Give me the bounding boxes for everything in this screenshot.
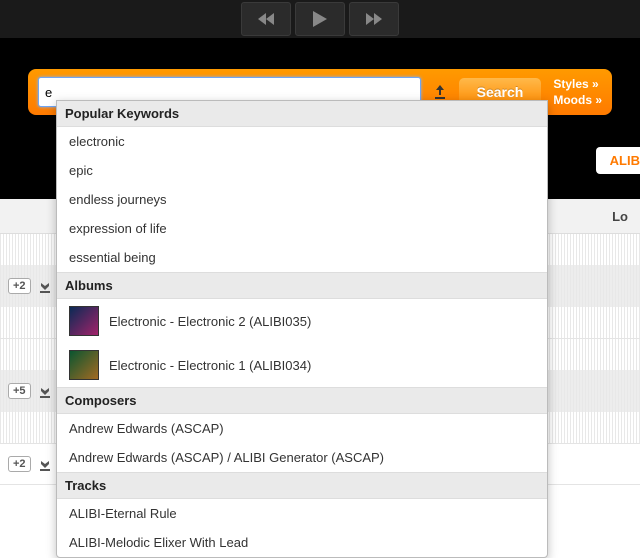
- dd-item-label: ALIBI-Eternal Rule: [69, 506, 177, 521]
- dd-item-label: essential being: [69, 250, 156, 265]
- dd-track-item[interactable]: ALIBI-Melodic Elixer With Lead: [57, 528, 547, 557]
- dd-composer-item[interactable]: Andrew Edwards (ASCAP) / ALIBI Generator…: [57, 443, 547, 472]
- styles-link[interactable]: Styles »: [553, 77, 602, 91]
- dd-item-label: ALIBI-Melodic Elixer With Lead: [69, 535, 248, 550]
- dd-item-label: electronic: [69, 134, 125, 149]
- dd-section-header: Albums: [57, 272, 547, 299]
- dd-keyword-item[interactable]: epic: [57, 156, 547, 185]
- moods-link[interactable]: Moods »: [553, 93, 602, 107]
- dd-section-header: Tracks: [57, 472, 547, 499]
- download-icon[interactable]: [37, 456, 53, 472]
- dd-keyword-item[interactable]: electronic: [57, 127, 547, 156]
- dd-track-item[interactable]: ALIBI-Eternal Rule: [57, 499, 547, 528]
- dd-item-label: Andrew Edwards (ASCAP): [69, 421, 224, 436]
- download-icon[interactable]: [37, 383, 53, 399]
- album-thumb-icon: [69, 350, 99, 380]
- dd-item-label: Electronic - Electronic 1 (ALIBI034): [109, 358, 311, 373]
- dd-album-item[interactable]: Electronic - Electronic 1 (ALIBI034): [57, 343, 547, 387]
- dd-keyword-item[interactable]: endless journeys: [57, 185, 547, 214]
- header-strip: [0, 39, 640, 61]
- variant-badge[interactable]: +2: [8, 278, 31, 294]
- dd-section-header: Popular Keywords: [57, 101, 547, 127]
- dd-item-label: endless journeys: [69, 192, 167, 207]
- dd-section-header: Composers: [57, 387, 547, 414]
- variant-badge[interactable]: +5: [8, 383, 31, 399]
- play-button[interactable]: [295, 2, 345, 36]
- autocomplete-dropdown: Popular Keywords electronic epic endless…: [56, 100, 548, 558]
- dd-keyword-item[interactable]: expression of life: [57, 214, 547, 243]
- next-track-button[interactable]: [349, 2, 399, 36]
- dd-item-label: Electronic - Electronic 2 (ALIBI035): [109, 314, 311, 329]
- search-links: Styles » Moods »: [553, 77, 602, 107]
- col-loop: Lo: [604, 209, 636, 224]
- dd-item-label: expression of life: [69, 221, 167, 236]
- album-thumb-icon: [69, 306, 99, 336]
- player-bar: [0, 0, 640, 39]
- brand-tab[interactable]: ALIB: [596, 147, 640, 174]
- dd-item-label: epic: [69, 163, 93, 178]
- dd-keyword-item[interactable]: essential being: [57, 243, 547, 272]
- dd-item-label: Andrew Edwards (ASCAP) / ALIBI Generator…: [69, 450, 384, 465]
- download-icon[interactable]: [37, 278, 53, 294]
- dd-composer-item[interactable]: Andrew Edwards (ASCAP): [57, 414, 547, 443]
- dd-album-item[interactable]: Electronic - Electronic 2 (ALIBI035): [57, 299, 547, 343]
- prev-track-button[interactable]: [241, 2, 291, 36]
- variant-badge[interactable]: +2: [8, 456, 31, 472]
